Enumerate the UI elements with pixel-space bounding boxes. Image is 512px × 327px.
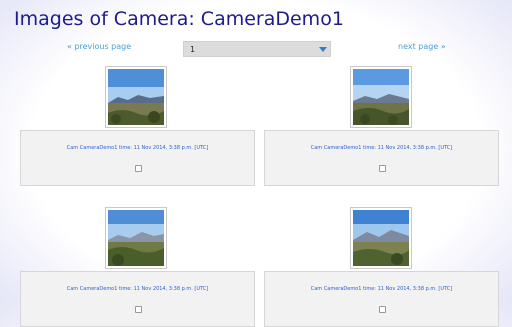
image-caption[interactable]: Cam CameraDemo1 time: 11 Nov 2014, 3:38 … [265,286,498,292]
image-card: Cam CameraDemo1 time: 11 Nov 2014, 3:38 … [264,130,499,186]
page-select[interactable]: 1 [183,41,331,57]
landscape-photo-icon [353,69,409,125]
image-caption[interactable]: Cam CameraDemo1 time: 11 Nov 2014, 3:38 … [21,286,254,292]
image-thumbnail[interactable] [350,207,412,269]
previous-page-link[interactable]: « previous page [67,42,131,51]
image-select-checkbox[interactable] [134,165,142,172]
image-select-checkbox[interactable] [134,306,142,313]
image-select-checkbox[interactable] [378,306,386,313]
landscape-photo-icon [353,210,409,266]
landscape-photo-icon [108,210,164,266]
image-caption[interactable]: Cam CameraDemo1 time: 11 Nov 2014, 3:38 … [265,145,498,151]
image-thumbnail[interactable] [350,66,412,128]
image-thumbnail[interactable] [105,207,167,269]
page-select-value: 1 [190,45,196,54]
image-thumbnail[interactable] [105,66,167,128]
image-card: Cam CameraDemo1 time: 11 Nov 2014, 3:38 … [20,130,255,186]
image-card: Cam CameraDemo1 time: 11 Nov 2014, 3:38 … [20,271,255,327]
chevron-down-icon [319,47,327,52]
image-caption[interactable]: Cam CameraDemo1 time: 11 Nov 2014, 3:38 … [21,145,254,151]
landscape-photo-icon [108,69,164,125]
page-title: Images of Camera: CameraDemo1 [14,8,344,30]
next-page-link[interactable]: next page » [398,42,446,51]
image-card: Cam CameraDemo1 time: 11 Nov 2014, 3:38 … [264,271,499,327]
image-select-checkbox[interactable] [378,165,386,172]
